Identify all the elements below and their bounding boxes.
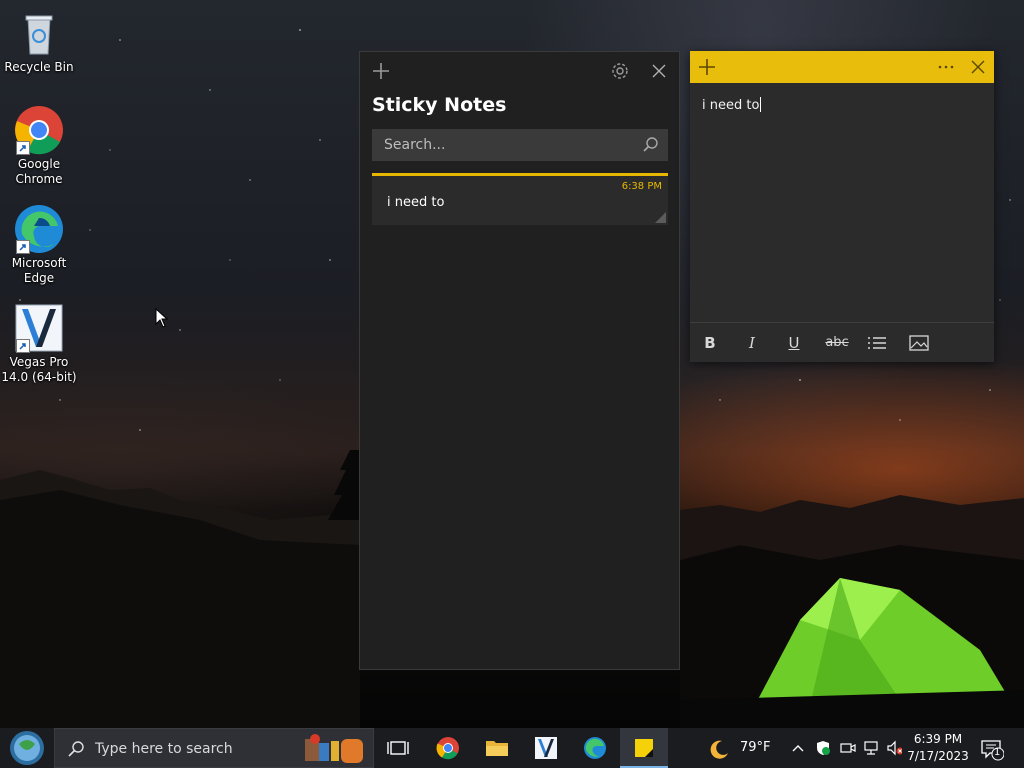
note-text: i need to: [702, 98, 760, 113]
app-title: Sticky Notes: [372, 94, 507, 116]
chrome-icon: [14, 105, 64, 155]
system-clock[interactable]: 6:39 PM 7/17/2023: [906, 731, 970, 765]
list-title-bar: [360, 52, 679, 92]
task-view-icon: [387, 741, 409, 755]
new-note-button[interactable]: [697, 57, 717, 77]
notification-count: 1: [994, 747, 1001, 758]
formatting-toolbar: B I U abc: [690, 322, 994, 362]
chrome-icon: [436, 737, 459, 760]
start-orb-icon: [10, 731, 44, 765]
desktop-icon-edge[interactable]: Microsoft Edge: [1, 204, 77, 285]
taskbar-edge[interactable]: [571, 728, 619, 768]
bold-icon: B: [704, 334, 716, 352]
note-list-item[interactable]: 6:38 PM i need to: [372, 173, 668, 225]
strikethrough-button[interactable]: abc: [820, 331, 854, 355]
sticky-notes-list-window: Sticky Notes 6:38 PM i need to: [359, 51, 680, 670]
desktop-icon-chrome[interactable]: Google Chrome: [1, 105, 77, 186]
search-icon: [68, 741, 84, 757]
notification-icon: [981, 740, 1005, 761]
shortcut-arrow-icon: [16, 339, 30, 353]
bullet-list-icon: [868, 337, 886, 349]
close-button[interactable]: [650, 62, 668, 80]
search-highlight-image-icon: [305, 734, 363, 763]
note-preview: i need to: [387, 195, 445, 210]
note-timestamp: 6:38 PM: [621, 181, 662, 192]
search-placeholder: Type here to search: [95, 741, 233, 757]
weather-temperature[interactable]: 79°F: [740, 740, 771, 755]
taskbar-file-explorer[interactable]: [473, 728, 521, 768]
search-input[interactable]: [372, 129, 632, 161]
shortcut-arrow-icon: [16, 240, 30, 254]
search-icon[interactable]: [642, 136, 660, 154]
more-options-icon: [938, 65, 954, 69]
notes-search-box[interactable]: [372, 129, 668, 161]
moon-icon: [710, 740, 728, 759]
close-note-button[interactable]: [969, 58, 987, 76]
sticky-notes-icon: [635, 739, 653, 757]
desktop-icon-recycle-bin[interactable]: Recycle Bin: [1, 8, 77, 75]
plus-icon: [373, 63, 389, 79]
meet-now-icon[interactable]: [840, 740, 856, 756]
page-fold-icon: [655, 212, 666, 223]
image-icon: [909, 335, 929, 351]
volume-muted-icon[interactable]: [886, 740, 902, 756]
new-note-button[interactable]: [370, 60, 392, 82]
recycle-bin-icon: [14, 8, 64, 58]
shortcut-arrow-icon: [16, 141, 30, 155]
plus-icon: [699, 59, 715, 75]
edge-icon: [14, 204, 64, 254]
sticky-note-window: i need to B I U abc: [690, 51, 994, 362]
network-icon[interactable]: [863, 740, 879, 756]
bold-button[interactable]: B: [695, 331, 725, 355]
insert-image-button[interactable]: [904, 331, 934, 355]
note-header[interactable]: [690, 51, 994, 83]
italic-button[interactable]: I: [737, 331, 767, 355]
desktop-icon-vegas[interactable]: Vegas Pro 14.0 (64-bit): [1, 303, 77, 384]
taskbar-vegas-pro[interactable]: [522, 728, 570, 768]
desktop-icon-label: Vegas Pro 14.0 (64-bit): [1, 355, 77, 384]
menu-button[interactable]: [935, 57, 957, 77]
taskbar: Type here to search 79°F 6:39 PM 7/17/20…: [0, 728, 1024, 768]
close-icon: [652, 64, 666, 78]
settings-button[interactable]: [610, 61, 630, 81]
notifications-button[interactable]: 1: [980, 737, 1005, 761]
file-explorer-icon: [486, 741, 508, 756]
taskbar-chrome[interactable]: [424, 728, 472, 768]
taskbar-sticky-notes[interactable]: [620, 728, 668, 768]
underline-icon: U: [788, 334, 800, 352]
vegas-pro-icon: [14, 303, 64, 353]
taskbar-search-box[interactable]: Type here to search: [54, 728, 374, 768]
italic-icon: I: [749, 334, 755, 352]
task-view-button[interactable]: [374, 728, 422, 768]
note-text-area[interactable]: i need to: [702, 97, 762, 113]
text-caret: [760, 97, 762, 112]
desktop-icon-label: Google Chrome: [15, 157, 63, 186]
bullet-list-button[interactable]: [862, 331, 892, 355]
start-button[interactable]: [0, 728, 54, 768]
desktop-icon-label: Recycle Bin: [4, 60, 74, 74]
security-shield-icon[interactable]: [815, 740, 831, 756]
chevron-up-icon[interactable]: [790, 740, 806, 756]
strikethrough-icon: abc: [825, 335, 849, 350]
edge-icon: [584, 737, 606, 759]
clock-time: 6:39 PM: [913, 732, 963, 746]
gear-icon: [612, 63, 628, 79]
clock-date: 7/17/2023: [907, 749, 969, 763]
desktop-icon-label: Microsoft Edge: [11, 256, 67, 285]
close-icon: [971, 60, 985, 74]
underline-button[interactable]: U: [779, 331, 809, 355]
vegas-pro-icon: [535, 737, 557, 759]
mouse-cursor-icon: [155, 307, 169, 332]
